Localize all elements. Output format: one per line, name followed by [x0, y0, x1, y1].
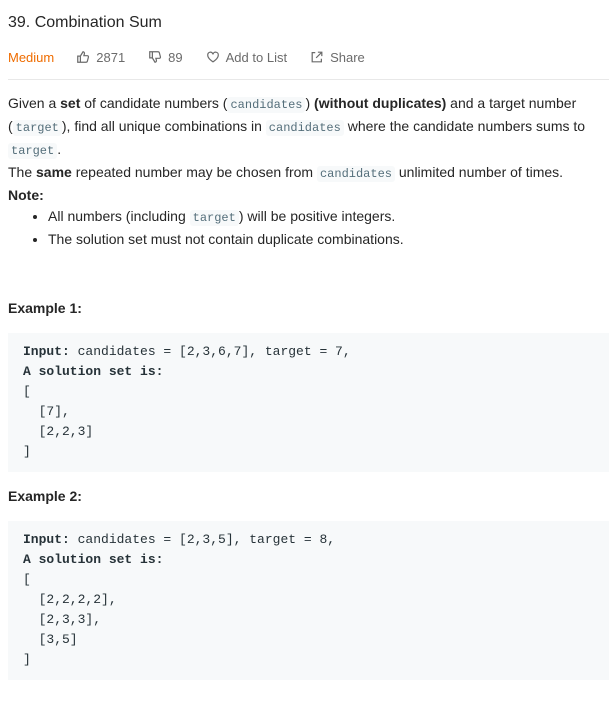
inline-code: candidates [316, 166, 395, 182]
inline-code: candidates [227, 97, 306, 113]
example-1-code-block: Input: candidates = [2,3,6,7], target = … [8, 333, 609, 472]
add-to-list-button[interactable]: Add to List [206, 50, 287, 65]
like-count: 2871 [96, 49, 126, 65]
example-2-heading: Example 2: [8, 488, 82, 504]
thumbs-down-icon [149, 51, 162, 63]
example-1-heading: Example 1: [8, 300, 82, 316]
heart-icon [206, 51, 219, 63]
thumbs-up-icon [77, 51, 90, 63]
problem-meta-bar: Medium 2871 89 Add to List Share [8, 48, 388, 66]
inline-code: target [8, 143, 58, 159]
share-icon [311, 51, 323, 63]
share-button[interactable]: Share [310, 50, 365, 65]
problem-page: 39. Combination Sum Medium 2871 89 Add t… [0, 0, 609, 703]
dislike-count: 89 [168, 49, 183, 65]
inline-code: target [12, 120, 62, 136]
problem-title: 39. Combination Sum [8, 14, 162, 31]
inline-code: candidates [265, 120, 344, 136]
difficulty-label: Medium [8, 49, 55, 65]
note-item: The solution set must not contain duplic… [48, 229, 603, 250]
add-to-list-label: Add to List [225, 49, 288, 65]
note-list: All numbers (including target) will be p… [8, 206, 603, 250]
share-label: Share [330, 49, 365, 65]
description-paragraph-1: Given a set of candidate numbers (candid… [8, 95, 586, 159]
problem-description: Given a set of candidate numbers (candid… [8, 93, 603, 264]
like-button[interactable]: 2871 [76, 50, 125, 65]
dislike-button[interactable]: 89 [148, 49, 183, 65]
example-2-code-block: Input: candidates = [2,3,5], target = 8,… [8, 521, 609, 680]
note-item: All numbers (including target) will be p… [48, 206, 603, 229]
inline-code: target [189, 210, 239, 226]
note-heading: Note: [8, 187, 44, 203]
description-paragraph-2: The same repeated number may be chosen f… [8, 164, 564, 182]
header-divider [8, 79, 609, 80]
